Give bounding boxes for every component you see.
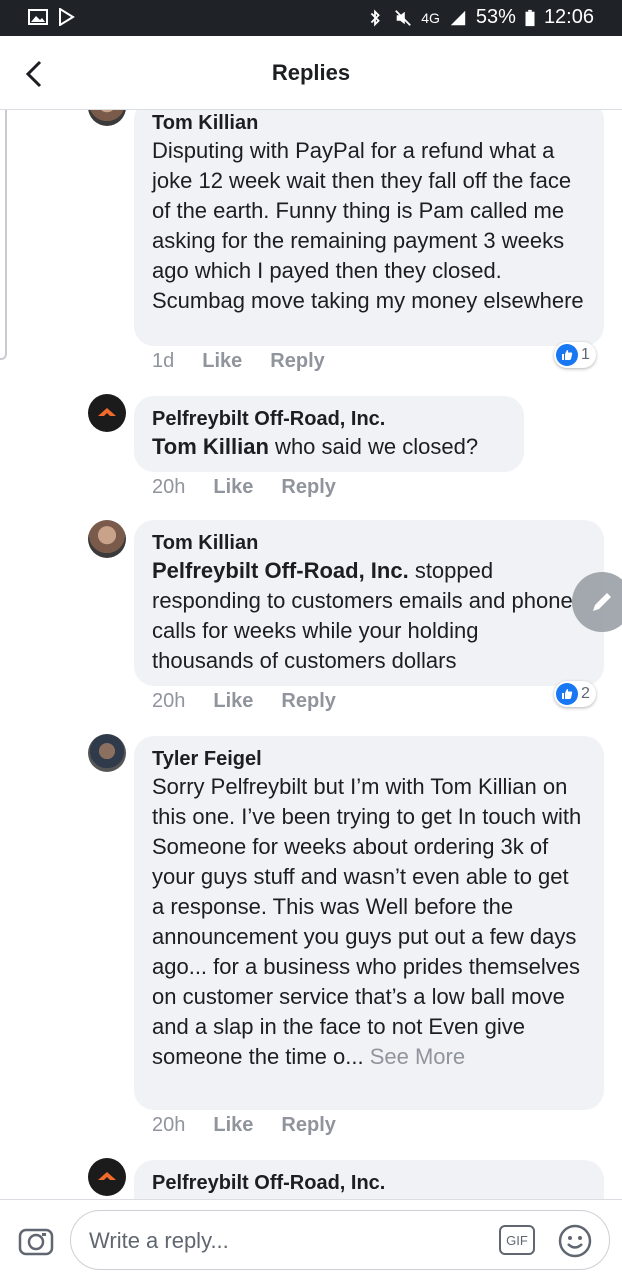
comment-time: 20h — [152, 1114, 186, 1136]
gallery-icon — [28, 9, 48, 25]
comment-actions: 20h Like Reply — [152, 1114, 336, 1137]
reply-composer: GIF — [0, 1199, 622, 1279]
comment-actions: 1d Like Reply — [152, 350, 325, 373]
comment-time: 20h — [152, 690, 186, 712]
avatar[interactable] — [88, 1158, 126, 1196]
comment-author[interactable]: Pelfreybilt Off-Road, Inc. — [152, 406, 506, 432]
comment-time: 20h — [152, 476, 186, 498]
battery-percent: 53% — [475, 6, 516, 28]
comment-actions: 20h Like Reply — [152, 690, 336, 713]
reply-input-container[interactable]: GIF — [70, 1210, 610, 1270]
page-title: Replies — [271, 60, 351, 85]
like-button[interactable]: Like — [213, 476, 253, 499]
gif-label: GIF — [506, 1233, 528, 1248]
avatar[interactable] — [88, 734, 126, 772]
comment-author[interactable]: Tom Killian — [152, 530, 586, 556]
status-bar: 4G 53% 12:06 — [0, 0, 622, 36]
comment-bubble[interactable]: Pelfreybilt Off-Road, Inc. — [134, 1160, 604, 1199]
like-button[interactable]: Like — [213, 690, 253, 713]
thumbs-up-icon — [556, 344, 578, 366]
comment-author[interactable]: Tom Killian — [152, 110, 586, 136]
comment-time: 1d — [152, 350, 175, 372]
network-type: 4G — [421, 9, 440, 26]
avatar[interactable] — [88, 394, 126, 432]
comment-bubble[interactable]: Pelfreybilt Off-Road, Inc. Tom Killian w… — [134, 396, 524, 472]
company-logo-icon — [98, 1172, 116, 1180]
see-more-link[interactable]: See More — [370, 1044, 465, 1069]
like-button[interactable]: Like — [202, 350, 242, 373]
comment-text-line: Sorry Pelfreybilt but I’m with Tom Killi… — [152, 772, 586, 1072]
avatar[interactable] — [88, 520, 126, 558]
gif-icon[interactable]: GIF — [499, 1225, 535, 1255]
comment-text: Sorry Pelfreybilt but I’m with Tom Killi… — [152, 774, 582, 1069]
mention-link[interactable]: Tom Killian — [152, 434, 269, 459]
comment-text-line: Pelfreybilt Off-Road, Inc. stopped respo… — [152, 556, 586, 676]
reply-button[interactable]: Reply — [270, 350, 324, 373]
comment-text: Disputing with PayPal for a refund what … — [152, 138, 584, 313]
mention-link[interactable]: Pelfreybilt Off-Road, Inc. — [152, 558, 409, 583]
comment-author[interactable]: Tyler Feigel — [152, 746, 586, 772]
reply-button[interactable]: Reply — [281, 1114, 335, 1137]
battery-icon — [525, 9, 535, 26]
reaction-number: 1 — [581, 346, 590, 363]
comment-text: who said we closed? — [268, 434, 479, 459]
comment-bubble[interactable]: Tom Killian Pelfreybilt Off-Road, Inc. s… — [134, 520, 604, 686]
company-logo-icon — [98, 408, 116, 416]
comment-bubble[interactable]: Tyler Feigel Sorry Pelfreybilt but I’m w… — [134, 736, 604, 1110]
app-header: Replies — [0, 36, 622, 110]
mute-icon — [395, 9, 412, 26]
camera-icon[interactable] — [16, 1220, 56, 1260]
emoji-icon[interactable] — [557, 1223, 593, 1259]
comment-bubble[interactable]: Tom Killian Disputing with PayPal for a … — [134, 110, 604, 346]
reply-button[interactable]: Reply — [281, 690, 335, 713]
avatar[interactable] — [88, 110, 126, 126]
parent-comment-edge — [0, 110, 7, 360]
thumbs-up-icon — [556, 683, 578, 705]
reaction-number: 2 — [581, 685, 590, 702]
play-store-icon — [59, 8, 75, 26]
replies-thread[interactable]: Tom Killian Disputing with PayPal for a … — [0, 110, 622, 1199]
reply-button[interactable]: Reply — [281, 476, 335, 499]
comment-author[interactable]: Pelfreybilt Off-Road, Inc. — [152, 1170, 586, 1196]
reply-input[interactable] — [89, 1225, 479, 1257]
reaction-count[interactable]: 2 — [554, 681, 596, 707]
comment-actions: 20h Like Reply — [152, 476, 336, 499]
signal-icon — [450, 10, 466, 25]
like-button[interactable]: Like — [213, 1114, 253, 1137]
clock: 12:06 — [543, 6, 594, 28]
pencil-icon — [593, 593, 611, 611]
bluetooth-icon — [370, 9, 381, 26]
comment-text-line: Tom Killian who said we closed? — [152, 432, 506, 462]
reaction-count[interactable]: 1 — [554, 342, 596, 368]
